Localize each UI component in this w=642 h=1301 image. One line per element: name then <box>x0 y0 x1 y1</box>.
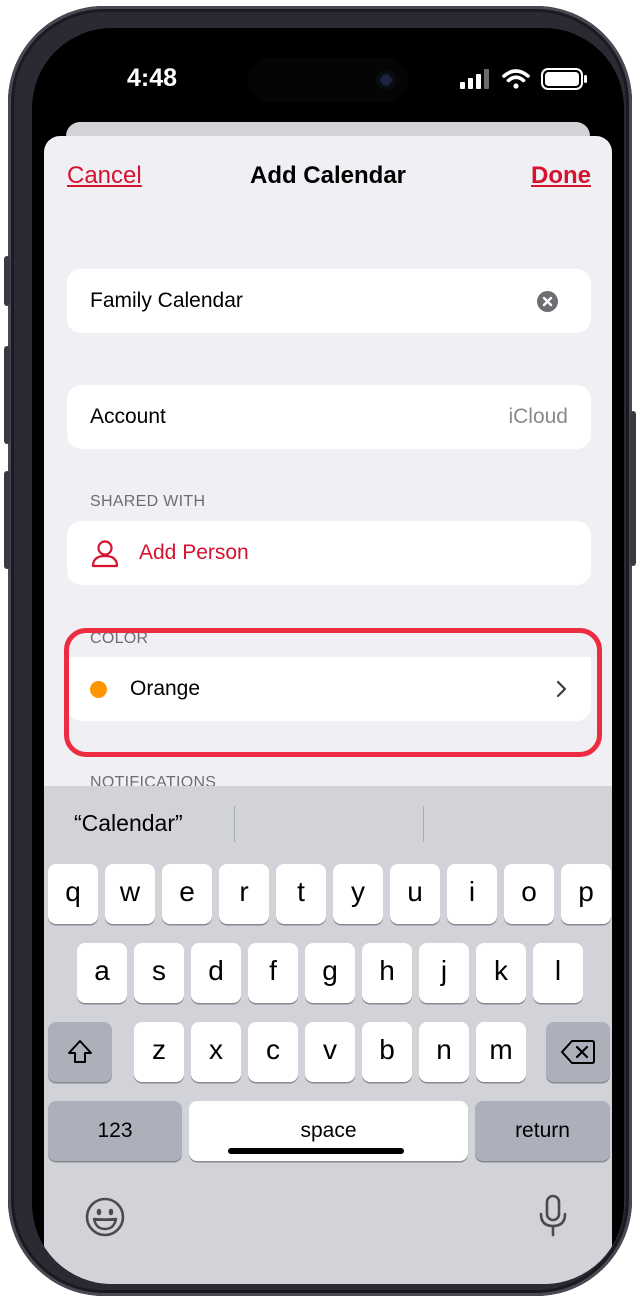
emoji-icon[interactable] <box>84 1196 126 1238</box>
key-z[interactable]: z <box>134 1022 184 1082</box>
predictive-bar: “Calendar” <box>44 786 612 862</box>
status-bar: 4:48 <box>32 28 624 128</box>
account-row[interactable]: Account iCloud <box>67 385 591 449</box>
key-b[interactable]: b <box>362 1022 412 1082</box>
key-m[interactable]: m <box>476 1022 526 1082</box>
key-x[interactable]: x <box>191 1022 241 1082</box>
camera-icon <box>376 70 396 90</box>
key-y[interactable]: y <box>333 864 383 924</box>
delete-key[interactable] <box>546 1022 610 1082</box>
backspace-icon <box>561 1040 595 1064</box>
key-w[interactable]: w <box>105 864 155 924</box>
clear-icon <box>542 296 553 307</box>
prediction-divider <box>234 806 235 842</box>
key-k[interactable]: k <box>476 943 526 1003</box>
key-h[interactable]: h <box>362 943 412 1003</box>
color-highlight-box <box>64 628 602 757</box>
key-g[interactable]: g <box>305 943 355 1003</box>
key-i[interactable]: i <box>447 864 497 924</box>
add-person-row[interactable]: Add Person <box>67 521 591 585</box>
shift-key[interactable] <box>48 1022 112 1082</box>
key-e[interactable]: e <box>162 864 212 924</box>
home-indicator[interactable] <box>228 1148 404 1154</box>
add-person-label: Add Person <box>139 541 249 564</box>
volume-down-button <box>4 471 10 569</box>
cancel-button[interactable]: Cancel <box>67 162 142 190</box>
person-icon <box>91 540 119 568</box>
status-time: 4:48 <box>126 64 178 92</box>
screen: 4:48 Cancel Add Calendar Done Family Cal… <box>32 28 624 1284</box>
return-key[interactable]: return <box>475 1101 610 1161</box>
account-label: Account <box>90 405 166 428</box>
key-n[interactable]: n <box>419 1022 469 1082</box>
shared-with-header: SHARED WITH <box>90 493 206 510</box>
volume-up-button <box>4 346 10 444</box>
key-p[interactable]: p <box>561 864 611 924</box>
action-button <box>4 256 10 306</box>
key-c[interactable]: c <box>248 1022 298 1082</box>
phone-frame: 4:48 Cancel Add Calendar Done Family Cal… <box>4 6 636 1296</box>
key-j[interactable]: j <box>419 943 469 1003</box>
key-f[interactable]: f <box>248 943 298 1003</box>
microphone-icon[interactable] <box>538 1194 568 1238</box>
key-r[interactable]: r <box>219 864 269 924</box>
add-calendar-sheet: Cancel Add Calendar Done Family Calendar… <box>44 136 612 1284</box>
numbers-key[interactable]: 123 <box>48 1101 182 1161</box>
key-t[interactable]: t <box>276 864 326 924</box>
key-u[interactable]: u <box>390 864 440 924</box>
account-value: iCloud <box>508 405 568 428</box>
dynamic-island <box>248 58 408 102</box>
status-icons <box>450 66 600 92</box>
battery-icon <box>541 68 587 90</box>
key-q[interactable]: q <box>48 864 98 924</box>
prediction-calendar[interactable]: “Calendar” <box>74 810 183 837</box>
shift-icon <box>68 1040 92 1063</box>
key-o[interactable]: o <box>504 864 554 924</box>
done-button[interactable]: Done <box>531 162 591 190</box>
page-title: Add Calendar <box>249 162 407 189</box>
prediction-divider <box>423 806 424 842</box>
clear-text-button[interactable] <box>537 291 558 312</box>
key-s[interactable]: s <box>134 943 184 1003</box>
calendar-name-value: Family Calendar <box>90 289 243 312</box>
key-d[interactable]: d <box>191 943 241 1003</box>
keyboard: “Calendar” q w e r t y u i o p a s d f g <box>44 786 612 1284</box>
key-l[interactable]: l <box>533 943 583 1003</box>
cellular-signal-icon <box>460 69 489 89</box>
wifi-icon <box>502 69 530 89</box>
calendar-name-field[interactable]: Family Calendar <box>67 269 591 333</box>
key-a[interactable]: a <box>77 943 127 1003</box>
power-button <box>630 411 636 566</box>
key-v[interactable]: v <box>305 1022 355 1082</box>
